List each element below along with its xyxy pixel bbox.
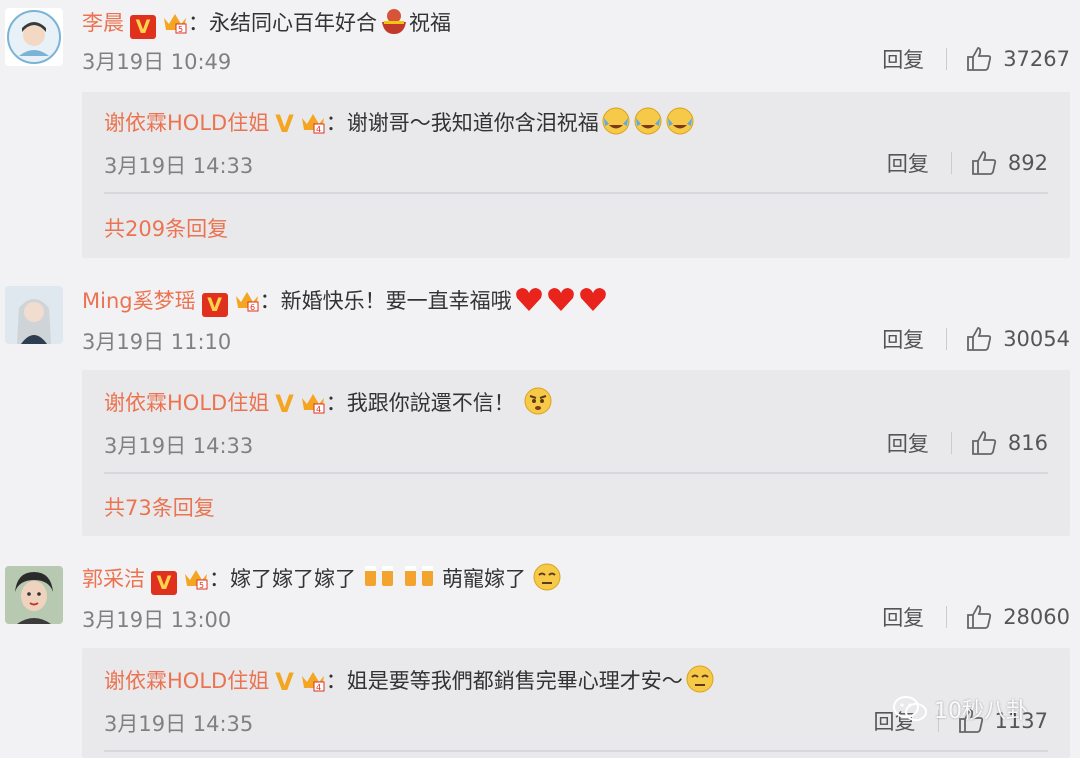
heart-emoji-icon: [579, 288, 606, 311]
reply-date: 3月19日 14:35: [104, 712, 254, 736]
like-thumb-icon[interactable]: [965, 603, 993, 631]
reply-username[interactable]: 谢依霖HOLD住姐: [104, 111, 269, 135]
wechat-icon: [893, 696, 927, 721]
reply-button[interactable]: 回复: [887, 148, 929, 178]
avatar[interactable]: [5, 286, 63, 344]
reply-actions: 回复 816: [887, 428, 1048, 458]
like-count: 37267: [1003, 47, 1070, 71]
comment-text: ：永结同心百年好合: [188, 11, 377, 35]
comment-date: 3月19日 10:49: [82, 50, 232, 74]
reply-button[interactable]: 回复: [882, 602, 924, 632]
reply-username[interactable]: 谢依霖HOLD住姐: [104, 669, 269, 693]
verified-badge-icon: V: [130, 15, 156, 39]
vip-crown-icon: 5: [164, 14, 187, 34]
reply-header: 谢依霖HOLD住姐 V 4 ：姐是要等我們都銷售完畢心理才安～: [104, 664, 715, 696]
comment-header: 李晨 V 5 ：永结同心百年好合 祝福: [82, 6, 451, 39]
reply-text: ：姐是要等我們都銷售完畢心理才安～: [325, 669, 683, 693]
comment-actions: 回复 37267: [882, 44, 1070, 74]
verified-badge-icon: V: [151, 571, 177, 595]
reply-date: 3月19日 14:33: [104, 154, 254, 178]
verified-badge-icon: V: [275, 668, 294, 696]
relieved-face-emoji-icon: [686, 665, 714, 693]
reply-button[interactable]: 回复: [882, 44, 924, 74]
vip-crown-icon: 6: [235, 292, 259, 312]
svg-text:6: 6: [250, 303, 255, 312]
heart-emoji-icon: [515, 288, 542, 311]
tears-of-joy-emoji-icon: [634, 107, 662, 135]
comment-text: ：嫁了嫁了嫁了: [209, 567, 356, 591]
reply-box: 谢依霖HOLD住姐 V 4 ：我跟你說還不信！ 3月19日 14:33 回复 816 …: [82, 370, 1070, 536]
comment-actions: 回复 30054: [882, 324, 1070, 354]
verified-badge-icon: V: [275, 390, 294, 418]
divider: [946, 606, 948, 628]
comment-actions: 回复 28060: [882, 602, 1070, 632]
svg-text:5: 5: [199, 581, 204, 590]
comment-text-2: 祝福: [409, 11, 451, 35]
reply-divider: [104, 750, 1048, 752]
svg-text:5: 5: [178, 25, 183, 34]
like-count: 816: [1007, 431, 1048, 455]
angry-face-emoji-icon: [524, 387, 552, 415]
more-replies-link[interactable]: 共73条回复: [104, 492, 215, 522]
like-count: 30054: [1003, 327, 1070, 351]
reply-button[interactable]: 回复: [887, 428, 929, 458]
divider: [946, 328, 948, 350]
username[interactable]: Ming奚梦瑶: [82, 289, 196, 313]
bowl-emoji-icon: [382, 9, 406, 34]
svg-text:4: 4: [316, 405, 321, 414]
reply-divider: [104, 192, 1048, 194]
username[interactable]: 郭采洁: [82, 567, 145, 591]
more-replies-link[interactable]: 共209条回复: [104, 213, 228, 243]
reply-box: 谢依霖HOLD住姐 V 4 ：谢谢哥～我知道你含泪祝福 3月19日 14:33 回复 …: [82, 92, 1070, 258]
verified-badge-icon: V: [275, 110, 294, 138]
tears-of-joy-emoji-icon: [666, 107, 694, 135]
cheers-emoji-icon: [405, 566, 433, 586]
divider: [950, 152, 952, 174]
cheers-emoji-icon: [365, 566, 393, 586]
vip-crown-icon: 4: [301, 394, 325, 414]
tears-of-joy-emoji-icon: [602, 107, 630, 135]
comment-text: ：新婚快乐！要一直幸福哦: [259, 289, 512, 313]
svg-text:4: 4: [316, 683, 321, 692]
vip-crown-icon: 5: [185, 570, 208, 590]
like-thumb-icon[interactable]: [970, 429, 998, 457]
divider: [946, 48, 948, 70]
like-count: 892: [1007, 151, 1048, 175]
like-thumb-icon[interactable]: [970, 149, 998, 177]
svg-text:4: 4: [316, 125, 321, 134]
vip-crown-icon: 4: [301, 114, 325, 134]
watermark: 10秒八卦: [892, 693, 1028, 725]
reply-text: ：我跟你說還不信！: [325, 391, 515, 415]
reply-text: ：谢谢哥～我知道你含泪祝福: [325, 111, 599, 135]
like-thumb-icon[interactable]: [965, 325, 993, 353]
reply-button[interactable]: 回复: [882, 324, 924, 354]
comment-header: Ming奚梦瑶 V 6 ：新婚快乐！要一直幸福哦: [82, 284, 608, 317]
username[interactable]: 李晨: [82, 11, 124, 35]
divider: [950, 432, 952, 454]
heart-emoji-icon: [547, 288, 574, 311]
reply-divider: [104, 472, 1048, 474]
reply-header: 谢依霖HOLD住姐 V 4 ：我跟你說還不信！: [104, 386, 553, 418]
like-thumb-icon[interactable]: [965, 45, 993, 73]
relieved-face-emoji-icon: [533, 563, 561, 591]
comment-date: 3月19日 11:10: [82, 330, 232, 354]
comment-header: 郭采洁 V 5 ：嫁了嫁了嫁了 萌寵嫁了: [82, 562, 562, 595]
reply-date: 3月19日 14:33: [104, 434, 254, 458]
vip-crown-icon: 4: [301, 672, 325, 692]
comment-text-2: 萌寵嫁了: [442, 567, 526, 591]
reply-header: 谢依霖HOLD住姐 V 4 ：谢谢哥～我知道你含泪祝福: [104, 106, 695, 138]
like-count: 28060: [1003, 605, 1070, 629]
watermark-text: 10秒八卦: [934, 699, 1028, 724]
avatar[interactable]: [5, 566, 63, 624]
reply-actions: 回复 892: [887, 148, 1048, 178]
verified-badge-icon: V: [201, 293, 228, 317]
reply-username[interactable]: 谢依霖HOLD住姐: [104, 391, 269, 415]
comment-date: 3月19日 13:00: [82, 608, 232, 632]
avatar[interactable]: [5, 8, 63, 66]
